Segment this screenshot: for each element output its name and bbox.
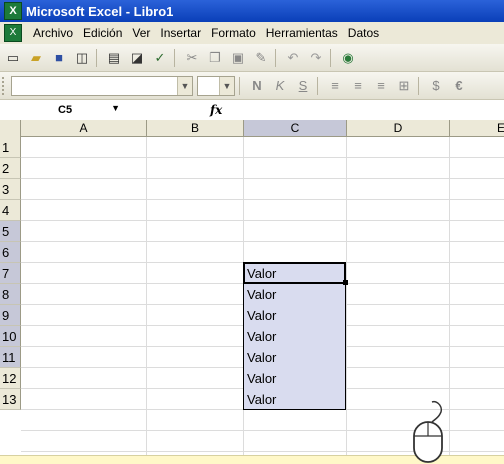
open-icon[interactable]: ▰ [26,48,46,68]
active-cell-border [243,262,346,284]
column-header-d[interactable]: D [347,120,450,137]
row-header-5[interactable]: 5 [0,221,21,242]
grid-line [21,241,504,242]
row-header-13[interactable]: 13 [0,389,21,410]
cut-icon[interactable]: ✂ [182,48,202,68]
chevron-down-icon[interactable]: ▼ [219,76,234,95]
new-icon[interactable]: ▭ [3,48,23,68]
grid-line [21,157,504,158]
toolbar-separator [96,48,97,67]
row-header-8[interactable]: 8 [0,284,21,305]
mouse-icon [413,400,443,463]
row-header-12[interactable]: 12 [0,368,21,389]
row-header-11[interactable]: 11 [0,347,21,368]
permission-icon[interactable]: ◫ [72,48,92,68]
merge-icon[interactable]: ⊞ [394,76,414,96]
save-icon[interactable]: ■ [49,48,69,68]
toolbar-separator [275,48,276,67]
workbook-icon[interactable]: X [4,24,22,42]
hyperlink-icon[interactable]: ◉ [338,48,358,68]
title-bar: X Microsoft Excel - Libro1 [0,0,504,22]
paste-icon[interactable]: ▣ [228,48,248,68]
menu-insertar[interactable]: Insertar [155,26,206,40]
menu-ver[interactable]: Ver [127,26,155,40]
grid-line [146,137,147,455]
chevron-down-icon[interactable]: ▼ [111,103,120,113]
row-header-9[interactable]: 9 [0,305,21,326]
grid-line [346,137,347,455]
menu-herramientas[interactable]: Herramientas [261,26,343,40]
menu-formato[interactable]: Formato [206,26,261,40]
print-preview-icon[interactable]: ◪ [127,48,147,68]
grid-line [21,220,504,221]
column-header-a[interactable]: A [21,120,147,137]
currency-icon[interactable]: $ [426,76,446,96]
selection-border [243,283,346,410]
italic-icon[interactable]: K [270,76,290,96]
copy-icon[interactable]: ❐ [205,48,225,68]
row-header-1[interactable]: 1 [0,137,21,158]
chevron-down-icon[interactable]: ▼ [177,76,192,95]
grid-line [21,199,504,200]
toolbar-separator [418,76,419,95]
formula-bar: C5 ▼ fx [0,100,504,121]
select-all-corner[interactable] [0,120,21,138]
column-header-b[interactable]: B [147,120,244,137]
redo-icon[interactable]: ↷ [306,48,326,68]
toolbar-separator [239,76,240,95]
standard-toolbar: ▭ ▰ ■ ◫ ▤ ◪ ✓ ✂ ❐ ▣ ✎ ↶ ↷ ◉ [0,44,504,72]
grid-line [21,178,504,179]
insert-function-icon[interactable]: fx [210,103,222,117]
font-size-select[interactable]: ▼ [197,75,235,96]
fill-handle[interactable] [343,280,348,285]
row-header-2[interactable]: 2 [0,158,21,179]
name-box-value: C5 [58,104,73,116]
align-right-icon[interactable]: ≡ [371,76,391,96]
align-left-icon[interactable]: ≡ [325,76,345,96]
undo-icon[interactable]: ↶ [283,48,303,68]
toolbar-grip[interactable] [2,76,7,95]
menu-edicion[interactable]: Edición [78,26,127,40]
toolbar-separator [317,76,318,95]
toolbar-separator [174,48,175,67]
format-painter-icon[interactable]: ✎ [251,48,271,68]
column-header-e[interactable]: E [450,120,504,137]
center-icon[interactable]: ≡ [348,76,368,96]
spelling-icon[interactable]: ✓ [150,48,170,68]
menu-archivo[interactable]: Archivo [28,26,78,40]
row-header-6[interactable]: 6 [0,242,21,263]
column-header-c[interactable]: C [244,120,347,137]
format-toolbar: ▼ ▼ N K S ≡ ≡ ≡ ⊞ $ € [0,72,504,100]
row-header-7[interactable]: 7 [0,263,21,284]
bold-icon[interactable]: N [247,76,267,96]
print-icon[interactable]: ▤ [104,48,124,68]
row-header-10[interactable]: 10 [0,326,21,347]
row-header-4[interactable]: 4 [0,200,21,221]
excel-logo-icon: X [4,2,22,20]
name-box[interactable]: C5 ▼ [0,101,130,119]
window-title: Microsoft Excel - Libro1 [26,3,174,19]
font-name-select[interactable]: ▼ [11,75,193,96]
euro-icon[interactable]: € [449,76,469,96]
menu-datos[interactable]: Datos [343,26,384,40]
menu-bar: X Archivo Edición Ver Insertar Formato H… [0,22,504,44]
row-header-3[interactable]: 3 [0,179,21,200]
underline-icon[interactable]: S [293,76,313,96]
toolbar-separator [330,48,331,67]
